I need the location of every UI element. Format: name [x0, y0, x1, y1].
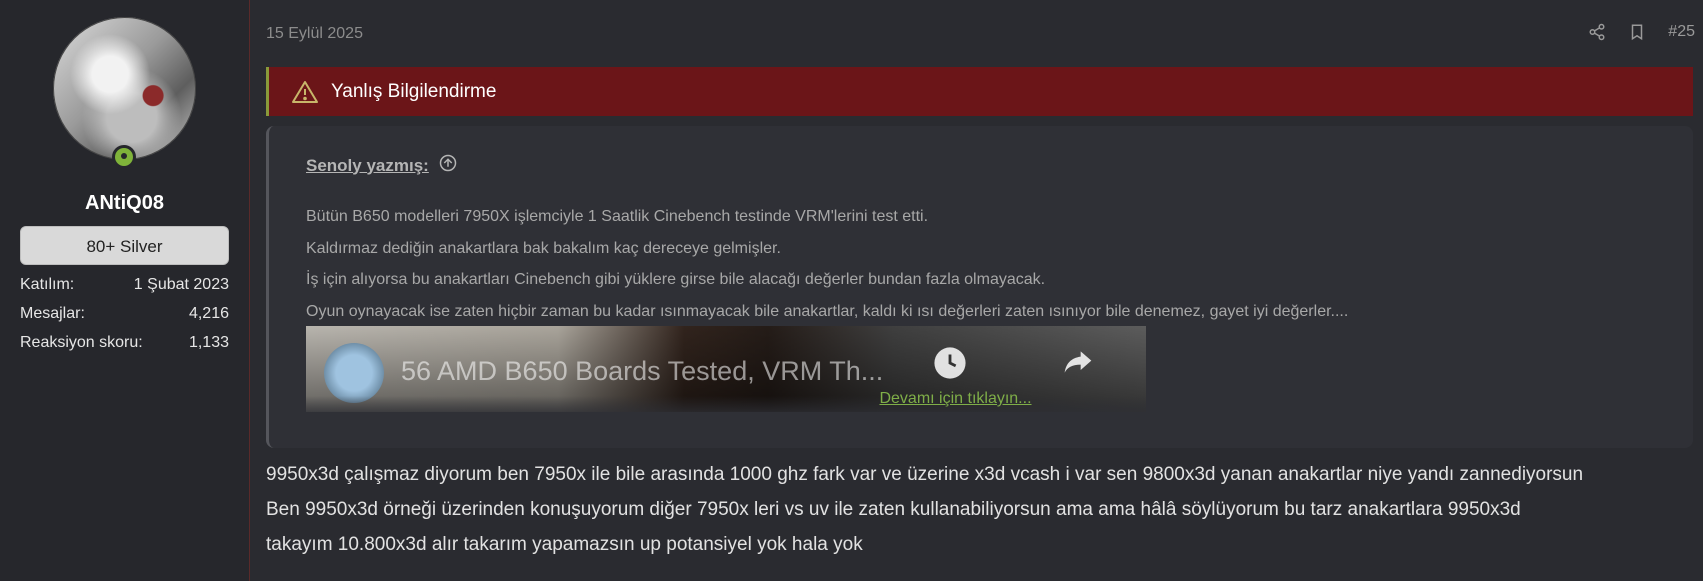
bookmark-icon[interactable] [1628, 22, 1646, 42]
stat-row-reaction: Reaksiyon skoru: 1,133 [20, 332, 229, 361]
quote-author[interactable]: Senoly yazmış: [306, 154, 457, 177]
post-date[interactable]: 15 Eylül 2025 [266, 25, 363, 43]
warning-icon [291, 80, 319, 104]
stat-value: 4,216 [188, 305, 229, 322]
expand-quote-link[interactable]: Devamı için tıklayın... [269, 390, 1642, 408]
username[interactable]: ANtiQ08 [0, 192, 249, 215]
arrow-up-circle-icon[interactable] [439, 154, 457, 177]
quote-line: Kaldırmaz dediğin anakartlara bak bakalı… [306, 239, 781, 257]
stat-row-messages: Mesajlar: 4,216 [20, 303, 229, 332]
post-body-line: Ben 9950x3d örneği üzerinden konuşuyorum… [266, 499, 1521, 520]
post-body-line: 9950x3d çalışmaz diyorum ben 7950x ile b… [266, 464, 1584, 485]
alert-text: Yanlış Bilgilendirme [331, 80, 497, 102]
stat-label: Reaksiyon skoru: [20, 334, 143, 351]
moderation-alert: Yanlış Bilgilendirme [266, 67, 1693, 116]
post-body-line: takayım 10.800x3d alır takarım yapamazsı… [266, 534, 863, 555]
quote-text: Bütün B650 modelleri 7950X işlemciyle 1 … [306, 206, 1348, 332]
post-number[interactable]: #25 [1668, 23, 1695, 41]
quote-line: İş için alıyorsa bu anakartları Cinebenc… [306, 271, 1046, 288]
stat-label: Mesajlar: [20, 305, 85, 322]
user-sidebar: ANtiQ08 80+ Silver Katılım: 1 Şubat 2023… [0, 0, 249, 581]
user-stats: Katılım: 1 Şubat 2023 Mesajlar: 4,216 Re… [20, 274, 229, 361]
stat-row-joined: Katılım: 1 Şubat 2023 [20, 274, 229, 303]
post-actions: #25 [1588, 22, 1695, 42]
clock-icon[interactable] [933, 346, 967, 385]
quote-author-name[interactable]: Senoly yazmış: [306, 156, 429, 176]
avatar-wrap[interactable] [53, 17, 196, 169]
sidebar-divider [249, 0, 250, 581]
post-body: 9950x3d çalışmaz diyorum ben 7950x ile b… [266, 462, 1696, 567]
quote-line: Bütün B650 modelleri 7950X işlemciyle 1 … [306, 208, 929, 225]
stat-value: 1 Şubat 2023 [133, 276, 229, 293]
video-title[interactable]: 56 AMD B650 Boards Tested, VRM Th... [401, 356, 883, 387]
rank-badge: 80+ Silver [20, 226, 229, 265]
stat-label: Katılım: [20, 276, 75, 293]
online-status-icon [112, 145, 136, 169]
stat-value: 1,133 [188, 334, 229, 351]
share-arrow-icon[interactable] [1062, 348, 1094, 381]
share-icon[interactable] [1588, 23, 1606, 41]
quote-block: Senoly yazmış: Bütün B650 modelleri 7950… [266, 126, 1693, 448]
avatar[interactable] [53, 17, 196, 160]
